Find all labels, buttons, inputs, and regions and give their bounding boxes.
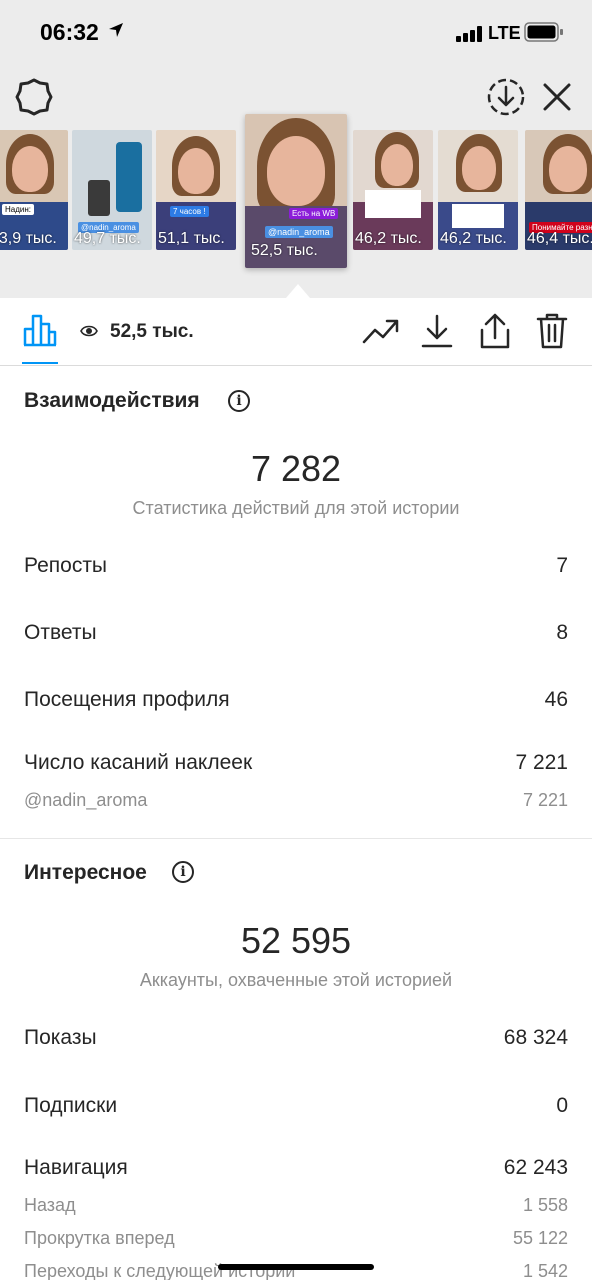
replies-label: Ответы [24, 621, 97, 644]
sticker-detail-value: 7 221 [522, 790, 568, 810]
network-type: LTE [488, 23, 521, 43]
info-icon[interactable]: i [172, 861, 194, 883]
discovery-subtitle: Аккаунты, охваченные этой историей [139, 970, 453, 990]
discovery-title: Интересное [24, 861, 147, 884]
follows-value: 0 [556, 1094, 568, 1117]
save-download-icon[interactable] [486, 77, 526, 117]
navigation-value: 62 243 [503, 1156, 568, 1179]
navigation-label: Навигация [24, 1156, 128, 1179]
interactions-total: 7 282 [250, 448, 342, 489]
story-thumbnail[interactable]: @nadin_aroma 49,7 тыс. [72, 130, 152, 250]
bar-chart-icon[interactable] [22, 312, 58, 348]
story-sticker: @nadin_aroma [265, 226, 333, 238]
story-sticker: Надин: [2, 204, 35, 215]
eye-icon [80, 325, 98, 337]
story-views: 52,5 тыс. [251, 242, 318, 259]
close-icon[interactable] [540, 80, 574, 114]
back-value: 1 558 [522, 1195, 568, 1215]
section-divider [0, 838, 592, 839]
story-views: 53,9 тыс. [0, 230, 57, 247]
story-thumbnail[interactable]: 46,2 тыс. [438, 130, 518, 250]
forward-value: 55 122 [512, 1228, 568, 1248]
selected-story-pointer [286, 284, 310, 298]
interactions-subtitle: Статистика действий для этой истории [132, 498, 460, 518]
active-tab-indicator [22, 362, 58, 364]
replies-value: 8 [556, 621, 568, 644]
discovery-total: 52 595 [240, 920, 352, 961]
follows-label: Подписки [24, 1094, 118, 1117]
story-views: 49,7 тыс. [74, 230, 141, 247]
interactions-title: Взаимодействия [24, 389, 200, 412]
story-thumbnail[interactable]: Надин: 53,9 тыс. [0, 130, 68, 250]
trash-icon[interactable] [535, 312, 569, 350]
profile-visits-value: 46 [544, 688, 568, 711]
story-thumbnail[interactable]: 46,2 тыс. [353, 130, 433, 250]
story-views: 46,2 тыс. [355, 230, 422, 247]
location-arrow-icon [109, 23, 123, 37]
story-thumbnail[interactable]: Понимайте разницу 46,4 тыс. [525, 130, 592, 250]
views-count: 52,5 тыс. [110, 321, 194, 342]
story-carousel-area: 06:32 LTE Надин: 53,9 тыс. @nadin_aroma … [0, 0, 592, 298]
status-time: 06:32 [40, 19, 99, 45]
settings-gear-icon[interactable] [14, 77, 54, 117]
sticker-detail-label[interactable]: @nadin_aroma [24, 790, 147, 811]
story-views: 46,4 тыс. [527, 230, 592, 247]
back-label: Назад [24, 1195, 76, 1215]
story-thumbnail-selected[interactable]: Есть на WB @nadin_aroma 52,5 тыс. [245, 114, 347, 268]
status-bar: 06:32 LTE [0, 0, 592, 64]
story-thumbnail[interactable]: 7 часов ! 51,1 тыс. [156, 130, 236, 250]
download-icon[interactable] [420, 313, 454, 349]
home-indicator[interactable] [218, 1264, 374, 1270]
story-views: 46,2 тыс. [440, 230, 507, 247]
profile-visits-label: Посещения профиля [24, 688, 230, 711]
sticker-taps-label: Число касаний наклеек [24, 751, 253, 774]
signal-icon [456, 26, 482, 42]
battery-icon [524, 22, 563, 42]
sticker-taps-value: 7 221 [515, 751, 568, 774]
trending-arrow-icon[interactable] [362, 316, 400, 346]
share-icon[interactable] [477, 312, 513, 350]
info-icon[interactable]: i [228, 390, 250, 412]
reposts-value: 7 [556, 554, 568, 577]
insights-toolbar: 52,5 тыс. [0, 298, 592, 366]
story-sticker: 7 часов ! [170, 206, 209, 217]
story-views: 51,1 тыс. [158, 230, 225, 247]
impressions-label: Показы [24, 1026, 97, 1049]
impressions-value: 68 324 [503, 1026, 568, 1049]
reposts-label: Репосты [24, 554, 108, 577]
forward-label: Прокрутка вперед [24, 1228, 175, 1248]
story-badge: Есть на WB [289, 208, 339, 219]
next-story-value: 1 542 [522, 1261, 568, 1280]
